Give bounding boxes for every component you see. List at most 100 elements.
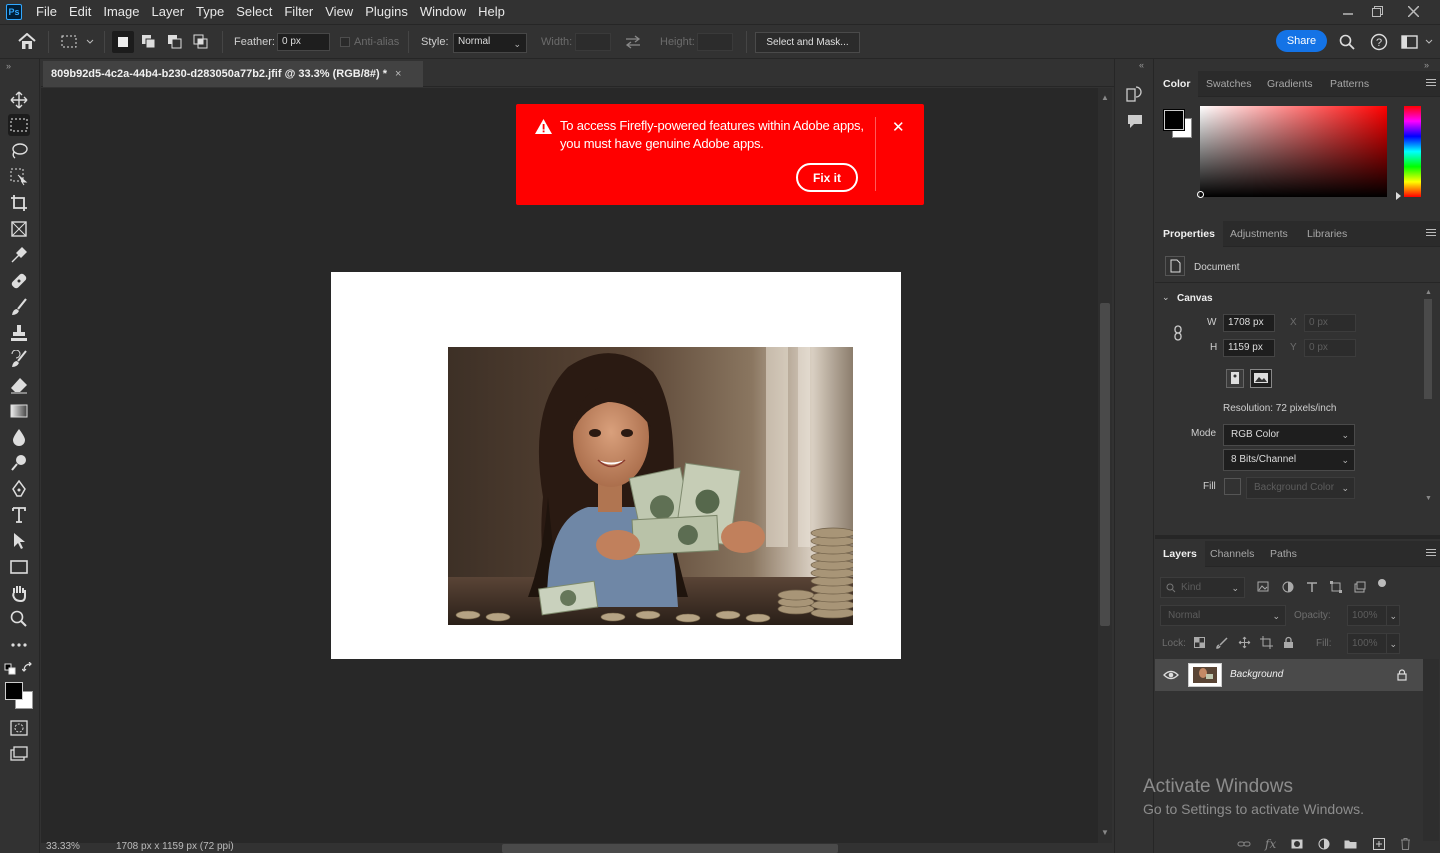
menu-help[interactable]: Help	[472, 0, 511, 24]
feather-input[interactable]: 0 px	[277, 33, 330, 51]
share-button[interactable]: Share	[1276, 30, 1327, 52]
close-alert-button[interactable]: ✕	[892, 118, 905, 136]
history-panel-button[interactable]	[1126, 84, 1144, 105]
tab-paths[interactable]: Paths	[1262, 541, 1305, 567]
intersect-selection-button[interactable]	[190, 31, 212, 56]
antialias-checkbox[interactable]	[340, 37, 350, 47]
minimize-button[interactable]	[1333, 0, 1363, 22]
color-mode-select[interactable]: RGB Color ⌄	[1223, 424, 1355, 446]
new-layer-icon[interactable]	[1373, 838, 1385, 850]
collapse-toolbar-icon[interactable]: »	[6, 61, 11, 71]
link-dimensions-button[interactable]	[1172, 325, 1184, 344]
trash-icon[interactable]	[1400, 838, 1411, 850]
healing-brush-tool[interactable]	[8, 270, 30, 292]
color-picker-field[interactable]	[1197, 106, 1387, 198]
collapse-strip-icon[interactable]: «	[1139, 60, 1144, 70]
filter-type-icon[interactable]	[1306, 581, 1318, 593]
layer-fill-dropdown[interactable]: ⌄	[1386, 633, 1400, 654]
add-selection-button[interactable]	[138, 31, 160, 56]
lock-position-icon[interactable]	[1238, 636, 1251, 649]
stamp-tool[interactable]	[8, 322, 30, 344]
path-selection-tool[interactable]	[8, 530, 30, 552]
filter-shape-icon[interactable]	[1330, 581, 1342, 593]
hue-slider-handle[interactable]	[1396, 192, 1401, 200]
pen-tool[interactable]	[8, 478, 30, 500]
portrait-orientation-button[interactable]	[1226, 369, 1244, 388]
quick-mask-button[interactable]	[8, 717, 30, 739]
tab-properties[interactable]: Properties	[1155, 221, 1223, 247]
search-button[interactable]	[1339, 34, 1355, 53]
menu-type[interactable]: Type	[190, 0, 230, 24]
scrollbar-thumb[interactable]	[1424, 299, 1432, 399]
opacity-input[interactable]: 100%	[1347, 605, 1387, 626]
layers-scrollbar[interactable]	[1423, 659, 1439, 841]
dodge-tool[interactable]	[8, 452, 30, 474]
canvas-x-input[interactable]: 0 px	[1304, 314, 1356, 332]
filter-smart-object-icon[interactable]	[1354, 581, 1366, 593]
document-canvas[interactable]	[331, 272, 901, 659]
layer-name[interactable]: Background	[1230, 669, 1283, 680]
chevron-down-icon[interactable]: ⌄	[1162, 292, 1170, 303]
canvas-y-input[interactable]: 0 px	[1304, 339, 1356, 357]
color-picker-cursor[interactable]	[1197, 191, 1204, 198]
rectangle-tool[interactable]	[8, 556, 30, 578]
hue-slider[interactable]	[1404, 106, 1421, 197]
filter-pixel-icon[interactable]	[1257, 581, 1269, 592]
foreground-color-swatch[interactable]	[5, 682, 23, 700]
menu-layer[interactable]: Layer	[146, 0, 191, 24]
height-input[interactable]	[697, 33, 733, 51]
hand-tool[interactable]	[8, 582, 30, 604]
lasso-tool[interactable]	[8, 140, 30, 162]
width-input[interactable]	[575, 33, 611, 51]
style-select[interactable]: Normal ⌄	[453, 33, 527, 53]
scroll-down-icon[interactable]: ▼	[1425, 495, 1432, 502]
default-colors-button[interactable]	[4, 663, 16, 678]
new-selection-button[interactable]	[112, 31, 134, 53]
color-panel-menu-icon[interactable]	[1426, 79, 1436, 89]
filter-adjustment-icon[interactable]	[1282, 581, 1294, 593]
zoom-status[interactable]: 33.33%	[46, 841, 80, 852]
scrollbar-thumb[interactable]	[1100, 303, 1110, 626]
tab-libraries[interactable]: Libraries	[1299, 221, 1355, 247]
menu-window[interactable]: Window	[414, 0, 472, 24]
menu-filter[interactable]: Filter	[278, 0, 319, 24]
help-button[interactable]: ?	[1370, 33, 1388, 54]
tab-gradients[interactable]: Gradients	[1259, 71, 1321, 97]
menu-plugins[interactable]: Plugins	[359, 0, 414, 24]
canvas-width-input[interactable]: 1708 px	[1223, 314, 1275, 332]
adjustment-layer-icon[interactable]	[1318, 838, 1330, 850]
workspace-button[interactable]	[1401, 35, 1435, 52]
eraser-tool[interactable]	[8, 374, 30, 396]
brush-tool[interactable]	[8, 296, 30, 318]
scroll-down-icon[interactable]: ▼	[1101, 828, 1109, 837]
lock-all-icon[interactable]	[1283, 636, 1294, 649]
menu-select[interactable]: Select	[230, 0, 278, 24]
lock-image-pixels-icon[interactable]	[1216, 637, 1228, 649]
filter-toggle-icon[interactable]	[1378, 579, 1386, 587]
close-window-button[interactable]	[1398, 0, 1428, 22]
tab-adjustments[interactable]: Adjustments	[1222, 221, 1296, 247]
menu-file[interactable]: File	[30, 0, 63, 24]
swap-dimensions-button[interactable]	[624, 34, 642, 53]
opacity-dropdown[interactable]: ⌄	[1386, 605, 1400, 626]
scroll-up-icon[interactable]: ▲	[1425, 289, 1432, 296]
menu-image[interactable]: Image	[97, 0, 145, 24]
more-tools-button[interactable]	[8, 634, 30, 656]
canvas-vertical-scrollbar[interactable]: ▲ ▼	[1098, 88, 1112, 843]
collapse-panels-icon[interactable]: »	[1424, 60, 1429, 70]
landscape-orientation-button[interactable]	[1250, 369, 1272, 388]
horizontal-scrollbar-thumb[interactable]	[502, 844, 838, 853]
fx-icon[interactable]: fx	[1265, 837, 1276, 851]
swap-colors-button[interactable]	[21, 661, 34, 677]
layers-menu-icon[interactable]	[1426, 549, 1436, 559]
close-tab-icon[interactable]: ×	[395, 68, 401, 80]
bit-depth-select[interactable]: 8 Bits/Channel ⌄	[1223, 449, 1355, 471]
history-brush-tool[interactable]	[8, 348, 30, 370]
tab-swatches[interactable]: Swatches	[1198, 71, 1260, 97]
lock-transparency-icon[interactable]	[1194, 637, 1205, 648]
eyedropper-tool[interactable]	[8, 244, 30, 266]
crop-tool[interactable]	[8, 192, 30, 214]
add-mask-icon[interactable]	[1291, 839, 1303, 849]
screen-mode-button[interactable]	[8, 743, 30, 765]
properties-scrollbar[interactable]: ▲ ▼	[1423, 285, 1433, 505]
